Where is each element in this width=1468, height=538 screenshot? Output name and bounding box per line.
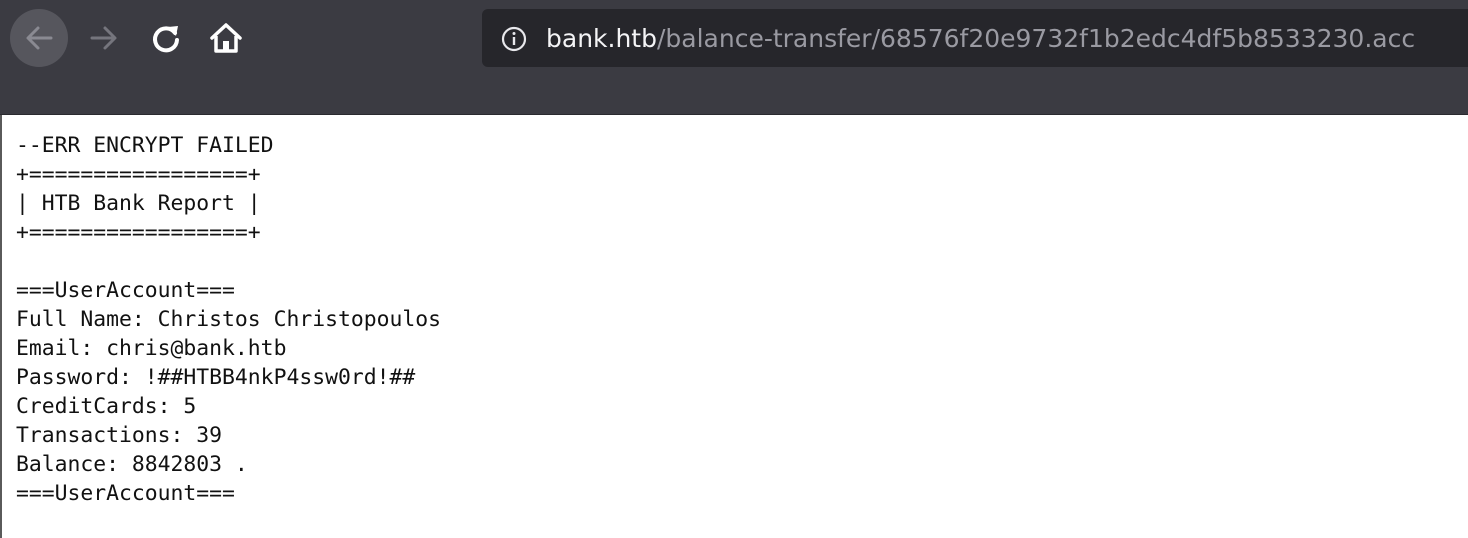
report-line: +=================+ (16, 220, 261, 245)
report-line: Balance: 8842803 . (16, 452, 248, 477)
report-line: ===UserAccount=== (16, 481, 235, 506)
back-button[interactable] (10, 9, 68, 67)
report-line: Password: !##HTBB4nkP4ssw0rd!## (16, 365, 416, 390)
report-line: Transactions: 39 (16, 423, 223, 448)
report-line: | HTB Bank Report | (16, 191, 261, 216)
arrow-right-icon (90, 26, 117, 50)
report-line: --ERR ENCRYPT FAILED (16, 133, 274, 158)
url-host: bank.htb (546, 24, 657, 53)
url-path: /balance-transfer/68576f20e9732f1b2edc4d… (656, 24, 1416, 53)
forward-button[interactable] (84, 18, 124, 58)
reload-icon (153, 26, 179, 53)
report-line: Email: chris@bank.htb (16, 336, 287, 361)
bank-report-text: --ERR ENCRYPT FAILED +=================+… (16, 131, 441, 508)
url-text[interactable]: bank.htb/balance-transfer/68576f20e9732f… (546, 19, 1415, 59)
info-icon[interactable] (500, 25, 528, 53)
arrow-left-icon (26, 26, 53, 50)
browser-toolbar: bank.htb/balance-transfer/68576f20e9732f… (0, 0, 1468, 115)
report-line: CreditCards: 5 (16, 394, 197, 419)
report-line: ===UserAccount=== (16, 278, 235, 303)
home-icon (210, 23, 242, 53)
report-line: +=================+ (16, 162, 261, 187)
report-line (16, 247, 441, 276)
report-line: Full Name: Christos Christopoulos (16, 307, 441, 332)
reload-button[interactable] (146, 18, 186, 58)
home-button[interactable] (206, 18, 246, 58)
